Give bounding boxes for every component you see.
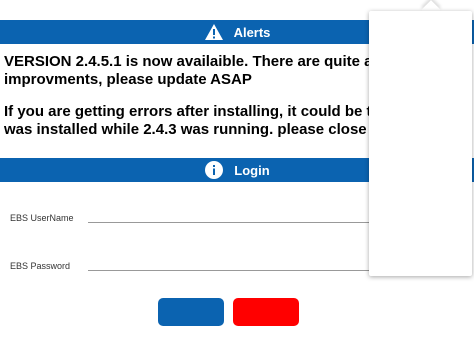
login-title: Login <box>234 162 270 178</box>
dropdown-popover[interactable] <box>369 11 472 276</box>
popover-arrow-cover <box>418 11 444 21</box>
password-label: EBS Password <box>10 261 71 271</box>
login-button[interactable] <box>158 298 224 326</box>
username-label: EBS UserName <box>10 213 74 223</box>
password-input[interactable] <box>88 252 378 271</box>
cancel-button[interactable] <box>233 298 299 326</box>
alerts-title: Alerts <box>233 24 271 40</box>
info-icon <box>204 160 224 180</box>
warning-icon <box>204 22 224 42</box>
username-input[interactable] <box>88 204 378 223</box>
